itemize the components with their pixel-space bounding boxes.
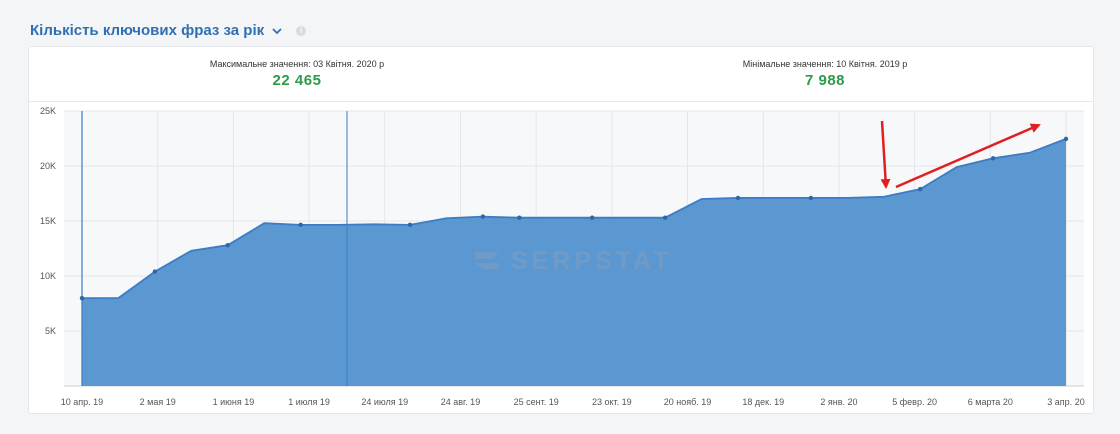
x-tick-label: 24 июля 19 (361, 397, 408, 407)
x-tick-label: 2 мая 19 (140, 397, 176, 407)
data-point (918, 186, 923, 192)
x-tick-label: 23 окт. 19 (592, 397, 632, 407)
data-point (79, 295, 85, 301)
x-tick-label: 24 авг. 19 (441, 397, 481, 407)
x-tick-label: 1 июля 19 (288, 397, 330, 407)
y-axis-labels: 5K 10K 15K 20K 25K (40, 106, 56, 336)
data-point (735, 195, 741, 201)
data-point (298, 222, 303, 228)
chevron-down-icon[interactable] (270, 24, 284, 38)
data-point (808, 195, 814, 201)
y-tick-label: 25K (40, 106, 56, 116)
y-tick-label: 15K (40, 216, 56, 226)
x-tick-label: 18 дек. 19 (742, 397, 784, 407)
data-point (225, 243, 230, 248)
x-tick-label: 20 нояб. 19 (664, 397, 712, 407)
data-point (662, 215, 668, 220)
y-tick-label: 20K (40, 161, 56, 171)
x-tick-label: 2 янв. 20 (820, 397, 857, 407)
x-tick-label: 10 апр. 19 (61, 397, 103, 407)
x-tick-label: 3 апр. 20 (1047, 397, 1084, 407)
watermark: SERPSTAT (511, 247, 673, 275)
data-point (517, 215, 522, 220)
info-icon[interactable]: i (296, 25, 307, 36)
data-point (990, 156, 996, 161)
data-point (152, 269, 158, 274)
y-tick-label: 5K (45, 326, 56, 336)
y-tick-label: 10K (40, 271, 56, 281)
chart-title[interactable]: Кількість ключових фраз за рік (30, 22, 264, 39)
chart-header: Кількість ключових фраз за рік i (30, 22, 307, 39)
chart-card: Максимальне значення: 03 Квітня. 2020 р … (28, 46, 1094, 414)
x-axis-labels: 10 апр. 19 2 мая 19 1 июня 19 1 июля 19 24 и… (61, 397, 1085, 407)
data-point (590, 215, 595, 220)
x-tick-label: 1 июня 19 (213, 397, 255, 407)
x-tick-label: 5 февр. 20 (892, 397, 937, 407)
x-tick-label: 6 марта 20 (968, 397, 1013, 407)
data-point (1063, 136, 1069, 142)
x-tick-label: 25 сент. 19 (514, 397, 559, 407)
data-point (480, 214, 486, 219)
data-point (407, 222, 413, 228)
keyword-count-chart: 5K 10K 15K 20K 25K 10 апр. 19 2 мая 19 1 июня … (40, 106, 1085, 407)
